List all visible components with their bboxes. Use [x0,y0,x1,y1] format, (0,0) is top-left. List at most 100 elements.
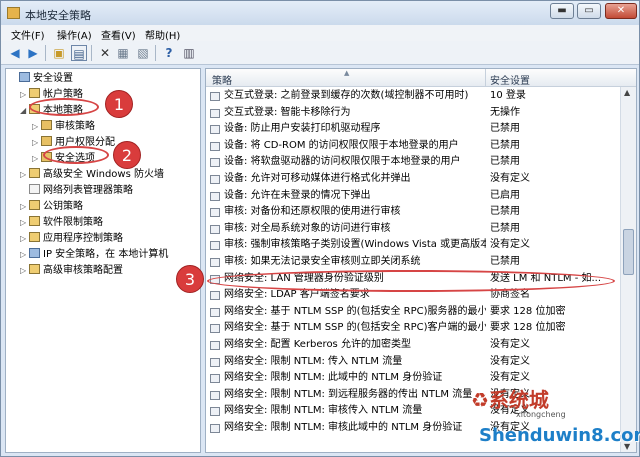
expand-arrow-icon[interactable]: ▷ [20,199,29,215]
tree-node-label: IP 安全策略，在 本地计算机 [43,249,169,260]
table-row[interactable]: 设备: 允许对可移动媒体进行格式化并弹出 没有定义 [206,171,620,188]
tree-node-public-key[interactable]: ▷ 公钥策略 [20,199,83,215]
watermark-subtext: xitongcheng [516,410,566,419]
delete-icon[interactable]: ✕ [97,45,113,61]
tree-node-security-settings[interactable]: 安全设置 [10,71,73,87]
annotation-badge-2: 2 [113,141,141,169]
policy-name-cell: 网络安全: 基于 NTLM SSP 的(包括安全 RPC)服务器的最小... [224,305,486,317]
expand-arrow-icon[interactable]: ▷ [20,247,29,263]
policy-icon [210,390,220,400]
expand-arrow-icon[interactable]: ▷ [32,119,41,135]
table-row[interactable]: 交互式登录: 智能卡移除行为 无操作 [206,105,620,122]
menu-file[interactable]: 文件(F) [11,27,45,42]
policy-name-cell: 设备: 防止用户安装打印机驱动程序 [224,123,381,135]
policy-setting-cell: 没有定义 [490,173,530,184]
scrollbar-thumb[interactable] [623,229,634,275]
collapse-arrow-icon[interactable]: ◢ [20,103,29,119]
table-row[interactable]: 交互式登录: 之前登录到缓存的次数(域控制器不可用时) 10 登录 [206,88,620,105]
tree-node-app-control[interactable]: ▷ 应用程序控制策略 [20,231,123,247]
policy-name-cell: 设备: 将软盘驱动器的访问权限仅限于本地登录的用户 [224,156,461,168]
help-icon[interactable]: ? [161,45,177,61]
menu-help[interactable]: 帮助(H) [145,27,180,42]
back-arrow-icon[interactable]: ◀ [7,45,23,61]
table-row[interactable]: 设备: 将软盘驱动器的访问权限仅限于本地登录的用户 已禁用 [206,154,620,171]
expand-arrow-icon[interactable]: ▷ [20,87,29,103]
tree-node-ip-security[interactable]: ▷ IP 安全策略，在 本地计算机 [20,247,168,263]
policy-list-pane: 策略 ▲ 安全设置 交互式登录: 之前登录到缓存的次数(域控制器不可用时) 10 … [205,68,637,453]
tree-node-advanced-audit[interactable]: ▷ 高级审核策略配置 [20,263,123,279]
folder-icon [29,88,40,98]
table-row[interactable]: 审核: 对全局系统对象的访问进行审核 已禁用 [206,221,620,238]
toolbar-separator [91,45,92,61]
app-window: 本地安全策略 ▬ ▭ ✕ 文件(F) 操作(A) 查看(V) 帮助(H) ◀ ▶… [0,0,640,457]
folder-icon [29,168,40,178]
tree-node-firewall[interactable]: ▷ 高级安全 Windows 防火墙 [20,167,164,183]
computer-icon [19,72,30,82]
show-hide-action-pane-icon[interactable]: ▥ [181,45,197,61]
policy-name-cell: 网络安全: 限制 NTLM: 传入 NTLM 流量 [224,355,403,367]
policy-icon [210,341,220,350]
tree-node-label: 高级审核策略配置 [43,265,123,276]
table-row[interactable]: 审核: 强制审核策略子类别设置(Windows Vista 或更高版本... 没有… [206,237,620,254]
app-icon [7,7,20,19]
column-separator[interactable] [485,69,486,87]
properties-icon[interactable]: ▦ [115,45,131,61]
minimize-button[interactable]: ▬ [550,3,574,19]
table-row[interactable]: 设备: 防止用户安装打印机驱动程序 已禁用 [206,121,620,138]
scroll-up-arrow-icon[interactable]: ▲ [624,88,630,97]
table-row[interactable]: 设备: 允许在未登录的情况下弹出 已启用 [206,188,620,205]
document-icon [29,184,40,194]
tree-node-label: 应用程序控制策略 [43,233,123,244]
menu-action[interactable]: 操作(A) [57,27,92,42]
expand-arrow-icon[interactable]: ▷ [20,263,29,279]
window-title: 本地安全策略 [25,9,91,22]
policy-name-cell: 设备: 允许对可移动媒体进行格式化并弹出 [224,173,411,184]
policy-icon [210,125,220,135]
highlight-oval-security-options [43,146,109,164]
policy-setting-cell: 已禁用 [490,156,520,168]
table-row[interactable]: 网络安全: 配置 Kerberos 允许的加密类型 没有定义 [206,337,620,354]
forward-arrow-icon[interactable]: ▶ [25,45,41,61]
policy-icon [210,324,220,334]
menu-view[interactable]: 查看(V) [101,27,136,42]
show-hide-tree-icon[interactable]: ▤ [71,45,87,61]
policy-name-cell: 网络安全: 基于 NTLM SSP 的(包括安全 RPC)客户端的最小... [224,322,486,334]
policy-name-cell: 设备: 将 CD-ROM 的访问权限仅限于本地登录的用户 [224,139,459,151]
expand-arrow-icon[interactable]: ▷ [20,167,29,183]
table-row[interactable]: 网络安全: 基于 NTLM SSP 的(包括安全 RPC)服务器的最小... 要求… [206,304,620,321]
export-list-icon[interactable]: ▧ [135,45,151,61]
table-row[interactable]: 审核: 如果无法记录安全审核则立即关闭系统 已禁用 [206,254,620,271]
policy-name-cell: 网络安全: 限制 NTLM: 此域中的 NTLM 身份验证 [224,372,443,384]
column-header-setting[interactable]: 安全设置 [490,72,530,87]
expand-arrow-icon[interactable]: ▷ [32,135,41,151]
tree-node-audit-policy[interactable]: ▷ 审核策略 [32,119,95,135]
policy-icon [210,208,220,218]
policy-setting-cell: 没有定义 [490,339,530,350]
tree-node-label: 软件限制策略 [43,217,103,228]
table-row[interactable]: 审核: 对备份和还原权限的使用进行审核 已禁用 [206,204,620,221]
up-folder-icon[interactable]: ▣ [51,45,67,61]
policy-icon [210,158,220,168]
column-header-policy[interactable]: 策略 [212,72,232,87]
policy-icon [210,374,220,384]
expand-arrow-icon[interactable]: ▷ [20,231,29,247]
policy-icon [210,357,220,367]
table-row[interactable]: 网络安全: 限制 NTLM: 传入 NTLM 流量 没有定义 [206,354,620,371]
tree-pane: 安全设置 ▷ 帐户策略 ◢ 本地策略 ▷ 审核策略 ▷ 用户权限分配 ▷ 安全选项 ▷ 高级… [5,68,201,453]
expand-arrow-icon[interactable]: ▷ [32,151,41,167]
expand-arrow-icon[interactable]: ▷ [20,215,29,231]
tree-node-network-list[interactable]: 网络列表管理器策略 [20,183,133,199]
tree-node-software-restriction[interactable]: ▷ 软件限制策略 [20,215,103,231]
policy-setting-cell: 要求 128 位加密 [490,322,566,334]
menu-bar: 文件(F) 操作(A) 查看(V) 帮助(H) [1,25,639,42]
folder-icon [29,264,40,274]
close-button[interactable]: ✕ [605,3,637,19]
table-row[interactable]: 设备: 将 CD-ROM 的访问权限仅限于本地登录的用户 已禁用 [206,138,620,155]
table-row[interactable]: 网络安全: 基于 NTLM SSP 的(包括安全 RPC)客户端的最小... 要求… [206,320,620,337]
policy-setting-cell: 已禁用 [490,123,520,135]
maximize-button[interactable]: ▭ [577,3,601,19]
folder-icon [29,200,40,210]
title-bar[interactable]: 本地安全策略 ▬ ▭ ✕ [1,1,639,25]
policy-setting-cell: 要求 128 位加密 [490,305,566,317]
vertical-scrollbar[interactable]: ▲ ▼ [620,87,636,452]
